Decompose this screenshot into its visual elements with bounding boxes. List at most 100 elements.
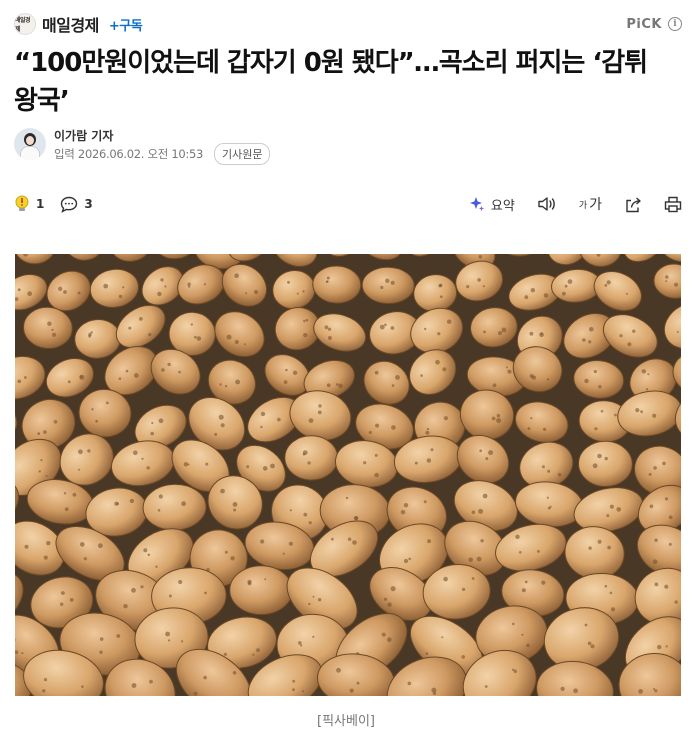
- dirt-speck: [324, 325, 329, 330]
- dirt-speck: [439, 283, 443, 287]
- dirt-speck: [541, 465, 545, 469]
- dirt-speck: [478, 255, 483, 259]
- article-timestamp: 입력 2026.06.02. 오전 10:53: [54, 146, 203, 162]
- dirt-speck: [541, 580, 546, 585]
- byline: 이가람 기자 입력 2026.06.02. 오전 10:53 기사원문: [14, 126, 678, 165]
- dirt-speck: [345, 496, 349, 500]
- listen-button[interactable]: [537, 196, 557, 212]
- dirt-speck: [51, 328, 54, 331]
- dirt-speck: [374, 370, 379, 375]
- dirt-speck: [442, 367, 447, 372]
- dirt-speck: [600, 409, 604, 413]
- dirt-speck: [589, 327, 594, 332]
- dirt-speck: [302, 452, 306, 456]
- dirt-speck: [24, 544, 29, 549]
- dirt-speck: [149, 679, 153, 684]
- original-article-button[interactable]: 기사원문: [214, 143, 271, 165]
- dirt-speck: [181, 501, 187, 507]
- dirt-speck: [641, 369, 646, 374]
- dirt-speck: [45, 475, 48, 477]
- dirt-speck: [616, 507, 621, 512]
- dirt-speck: [374, 453, 378, 457]
- dirt-speck: [496, 418, 502, 423]
- dirt-speck: [390, 586, 396, 592]
- print-button[interactable]: [664, 196, 682, 213]
- dirt-speck: [60, 602, 64, 606]
- dirt-speck: [300, 644, 303, 647]
- dirt-speck: [423, 500, 427, 504]
- dirt-speck: [308, 521, 312, 525]
- dirt-speck: [387, 637, 392, 642]
- dirt-speck: [317, 598, 322, 602]
- press-logo[interactable]: 매일경제: [14, 13, 36, 35]
- dirt-speck: [588, 340, 592, 344]
- dirt-speck: [425, 652, 429, 655]
- dirt-speck: [72, 492, 77, 497]
- dirt-speck: [665, 280, 668, 283]
- dirt-speck: [235, 379, 241, 385]
- dirt-speck: [537, 550, 540, 553]
- dirt-speck: [308, 418, 314, 423]
- summary-button[interactable]: 요약: [469, 195, 515, 214]
- dirt-speck: [484, 685, 488, 688]
- dirt-speck: [188, 285, 191, 288]
- dirt-speck: [668, 542, 672, 546]
- dirt-speck: [118, 377, 122, 380]
- dirt-speck: [326, 383, 331, 388]
- dirt-speck: [114, 501, 119, 506]
- dirt-speck: [560, 686, 565, 691]
- reporter-avatar[interactable]: [14, 128, 46, 160]
- reaction-button[interactable]: 1: [14, 195, 44, 213]
- article-photo: [15, 254, 681, 696]
- dirt-speck: [168, 594, 172, 598]
- dirt-speck: [524, 580, 528, 584]
- dirt-speck: [143, 548, 148, 553]
- dirt-speck: [178, 579, 183, 585]
- dirt-speck: [232, 671, 237, 675]
- dirt-speck: [277, 417, 281, 422]
- dirt-speck: [226, 334, 232, 340]
- dirt-speck: [326, 280, 329, 283]
- dirt-speck: [292, 679, 296, 683]
- comment-button[interactable]: 3: [60, 196, 93, 213]
- dirt-speck: [512, 622, 515, 626]
- dirt-speck: [384, 323, 387, 327]
- font-size-button[interactable]: 가가: [579, 194, 602, 214]
- dirt-speck: [312, 595, 315, 598]
- dirt-speck: [285, 368, 288, 372]
- dirt-speck: [653, 466, 657, 470]
- dirt-speck: [46, 541, 51, 546]
- dirt-speck: [665, 645, 668, 648]
- dirt-speck: [390, 280, 395, 285]
- dirt-speck: [214, 432, 218, 436]
- dirt-speck: [440, 295, 443, 298]
- dirt-speck: [462, 587, 466, 591]
- dirt-speck: [338, 383, 343, 389]
- dirt-speck: [148, 333, 152, 337]
- potato-shape: [229, 565, 293, 616]
- subscribe-button[interactable]: +구독: [109, 15, 143, 34]
- dirt-speck: [524, 295, 529, 300]
- dirt-speck: [292, 688, 295, 692]
- dirt-speck: [543, 293, 549, 298]
- reporter-name[interactable]: 이가람 기자: [54, 127, 113, 144]
- dirt-speck: [414, 461, 418, 465]
- dirt-speck: [158, 418, 164, 424]
- share-button[interactable]: [624, 196, 642, 213]
- dirt-speck: [383, 597, 388, 601]
- pick-label: PiCK: [626, 16, 662, 32]
- comment-icon: [61, 196, 78, 213]
- dirt-speck: [447, 319, 452, 324]
- dirt-speck: [303, 512, 308, 517]
- dirt-speck: [17, 379, 22, 384]
- toolbar-right: 요약 가가: [469, 194, 682, 214]
- info-icon[interactable]: i: [668, 17, 682, 31]
- dirt-speck: [368, 430, 372, 435]
- press-name[interactable]: 매일경제: [42, 12, 99, 36]
- font-size-label: 가: [589, 197, 602, 213]
- dirt-speck: [131, 683, 137, 688]
- lightbulb-icon: [15, 195, 29, 211]
- dirt-speck: [103, 283, 109, 289]
- dirt-speck: [395, 375, 400, 380]
- dirt-speck: [234, 339, 239, 345]
